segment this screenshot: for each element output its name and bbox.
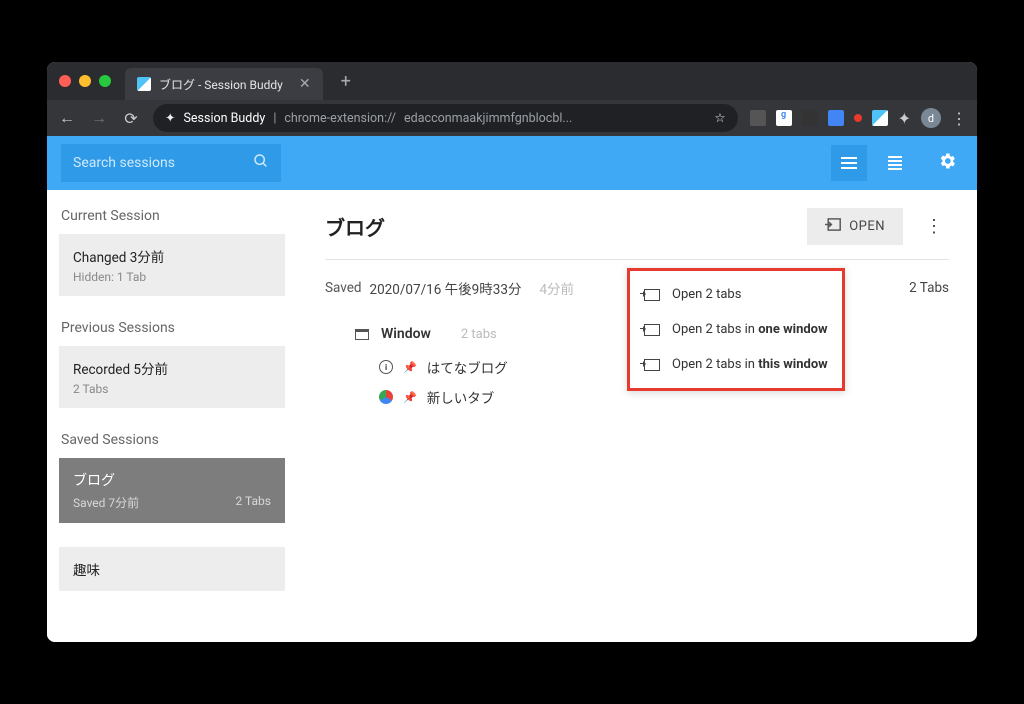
ctx-label: Open 2 tabs in one window [672,322,828,337]
tab-title: ブログ - Session Buddy [159,76,283,93]
sidebar-item-sub: 2 Tabs [73,382,271,396]
traffic-lights [59,75,111,87]
ext-icon-6[interactable] [872,110,888,126]
sidebar-item-current[interactable]: Changed 3分前 Hidden: 1 Tab [59,234,285,296]
search-input[interactable] [73,155,253,171]
extension-puzzle-icon: ✦ [165,110,175,126]
window-icon [355,329,369,340]
tabs-count: 2 Tabs [909,280,949,296]
close-window-button[interactable] [59,75,71,87]
pin-icon: 📌 [403,361,417,374]
open-button[interactable]: OPEN [807,208,903,245]
browser-window: ブログ - Session Buddy ✕ + ← → ⟳ ✦ Session … [47,62,977,642]
pin-icon: 📌 [403,391,417,404]
extension-icons: g ✦ d ⋮ [750,108,967,128]
maximize-window-button[interactable] [99,75,111,87]
sidebar-item-sub: Saved 7分前 2 Tabs [73,494,271,511]
content: ブログ OPEN ⋮ Saved 2020/07/16 午後9時33分 4分前 … [297,190,977,642]
sidebar-section-previous: Previous Sessions [59,320,285,336]
sidebar-item-sub: Hidden: 1 Tab [73,270,271,284]
sidebar-item-title: Changed 3分前 [73,246,271,266]
browser-menu-icon[interactable]: ⋮ [951,109,967,128]
sidebar-item-previous[interactable]: Recorded 5分前 2 Tabs [59,346,285,408]
ext-icon-3[interactable] [802,110,818,126]
tab-title: はてなブログ [427,357,508,377]
open-label: OPEN [849,219,885,234]
minimize-window-button[interactable] [79,75,91,87]
reload-button[interactable]: ⟳ [121,109,141,128]
sidebar-item-title: Recorded 5分前 [73,358,271,378]
search-box[interactable] [61,144,281,182]
tab-favicon-icon: i [379,360,393,374]
url-path: edacconmaakjimmfgnblocbl... [404,111,572,126]
profile-avatar[interactable]: d [921,108,941,128]
ext-icon-5[interactable] [854,114,862,122]
saved-date: 2020/07/16 午後9時33分 [370,278,522,298]
sidebar: Current Session Changed 3分前 Hidden: 1 Ta… [47,190,297,642]
open-icon [644,324,660,336]
titlebar: ブログ - Session Buddy ✕ + [47,62,977,100]
back-button[interactable]: ← [57,108,77,128]
view-list-button[interactable] [877,145,913,181]
app-header [47,136,977,190]
ext-icon-2[interactable]: g [776,110,792,126]
sidebar-section-saved: Saved Sessions [59,432,285,448]
header-right [831,145,963,181]
extensions-puzzle-icon[interactable]: ✦ [898,109,911,128]
ctx-label: Open 2 tabs in this window [672,357,828,372]
sidebar-item-saved-blog[interactable]: ブログ Saved 7分前 2 Tabs [59,458,285,523]
bookmark-star-icon[interactable]: ☆ [714,110,725,126]
ext-icon-1[interactable] [750,110,766,126]
new-tab-button[interactable]: + [341,71,351,92]
ctx-open-this-window[interactable]: Open 2 tabs in this window [630,347,842,382]
open-icon [644,359,660,371]
settings-gear-icon[interactable] [937,151,957,176]
sidebar-item-saved-hobby[interactable]: 趣味 [59,547,285,591]
browser-tab[interactable]: ブログ - Session Buddy ✕ [125,68,323,100]
saved-label: Saved [325,280,362,296]
address-bar[interactable]: ✦ Session Buddy | chrome-extension://eda… [153,104,738,132]
ext-icon-4[interactable] [828,110,844,126]
tab-title: 新しいタブ [427,387,495,407]
sidebar-item-title: 趣味 [73,559,271,579]
search-icon[interactable] [253,153,269,173]
open-icon [644,289,660,301]
chrome-favicon-icon [379,390,393,404]
session-title: ブログ [325,212,385,241]
view-compact-button[interactable] [831,145,867,181]
saved-ago: 4分前 [539,278,574,298]
close-tab-icon[interactable]: ✕ [299,76,311,92]
window-tab-count: 2 tabs [461,327,497,342]
ctx-open-tabs[interactable]: Open 2 tabs [630,277,842,312]
divider [325,259,949,260]
window-label: Window [381,326,431,342]
browser-toolbar: ← → ⟳ ✦ Session Buddy | chrome-extension… [47,100,977,136]
more-menu-icon[interactable]: ⋮ [919,210,949,243]
open-icon [825,218,841,235]
forward-button[interactable]: → [89,108,109,128]
open-context-menu: Open 2 tabs Open 2 tabs in one window Op… [627,268,845,391]
ctx-open-one-window[interactable]: Open 2 tabs in one window [630,312,842,347]
ctx-label: Open 2 tabs [672,287,741,302]
content-header: ブログ OPEN ⋮ [325,208,949,245]
main: Current Session Changed 3分前 Hidden: 1 Ta… [47,190,977,642]
sidebar-section-current: Current Session [59,208,285,224]
url-scheme: chrome-extension:// [284,111,396,126]
tab-favicon-icon [137,77,151,91]
sidebar-item-title: ブログ [73,470,271,490]
extension-name: Session Buddy [183,111,265,126]
